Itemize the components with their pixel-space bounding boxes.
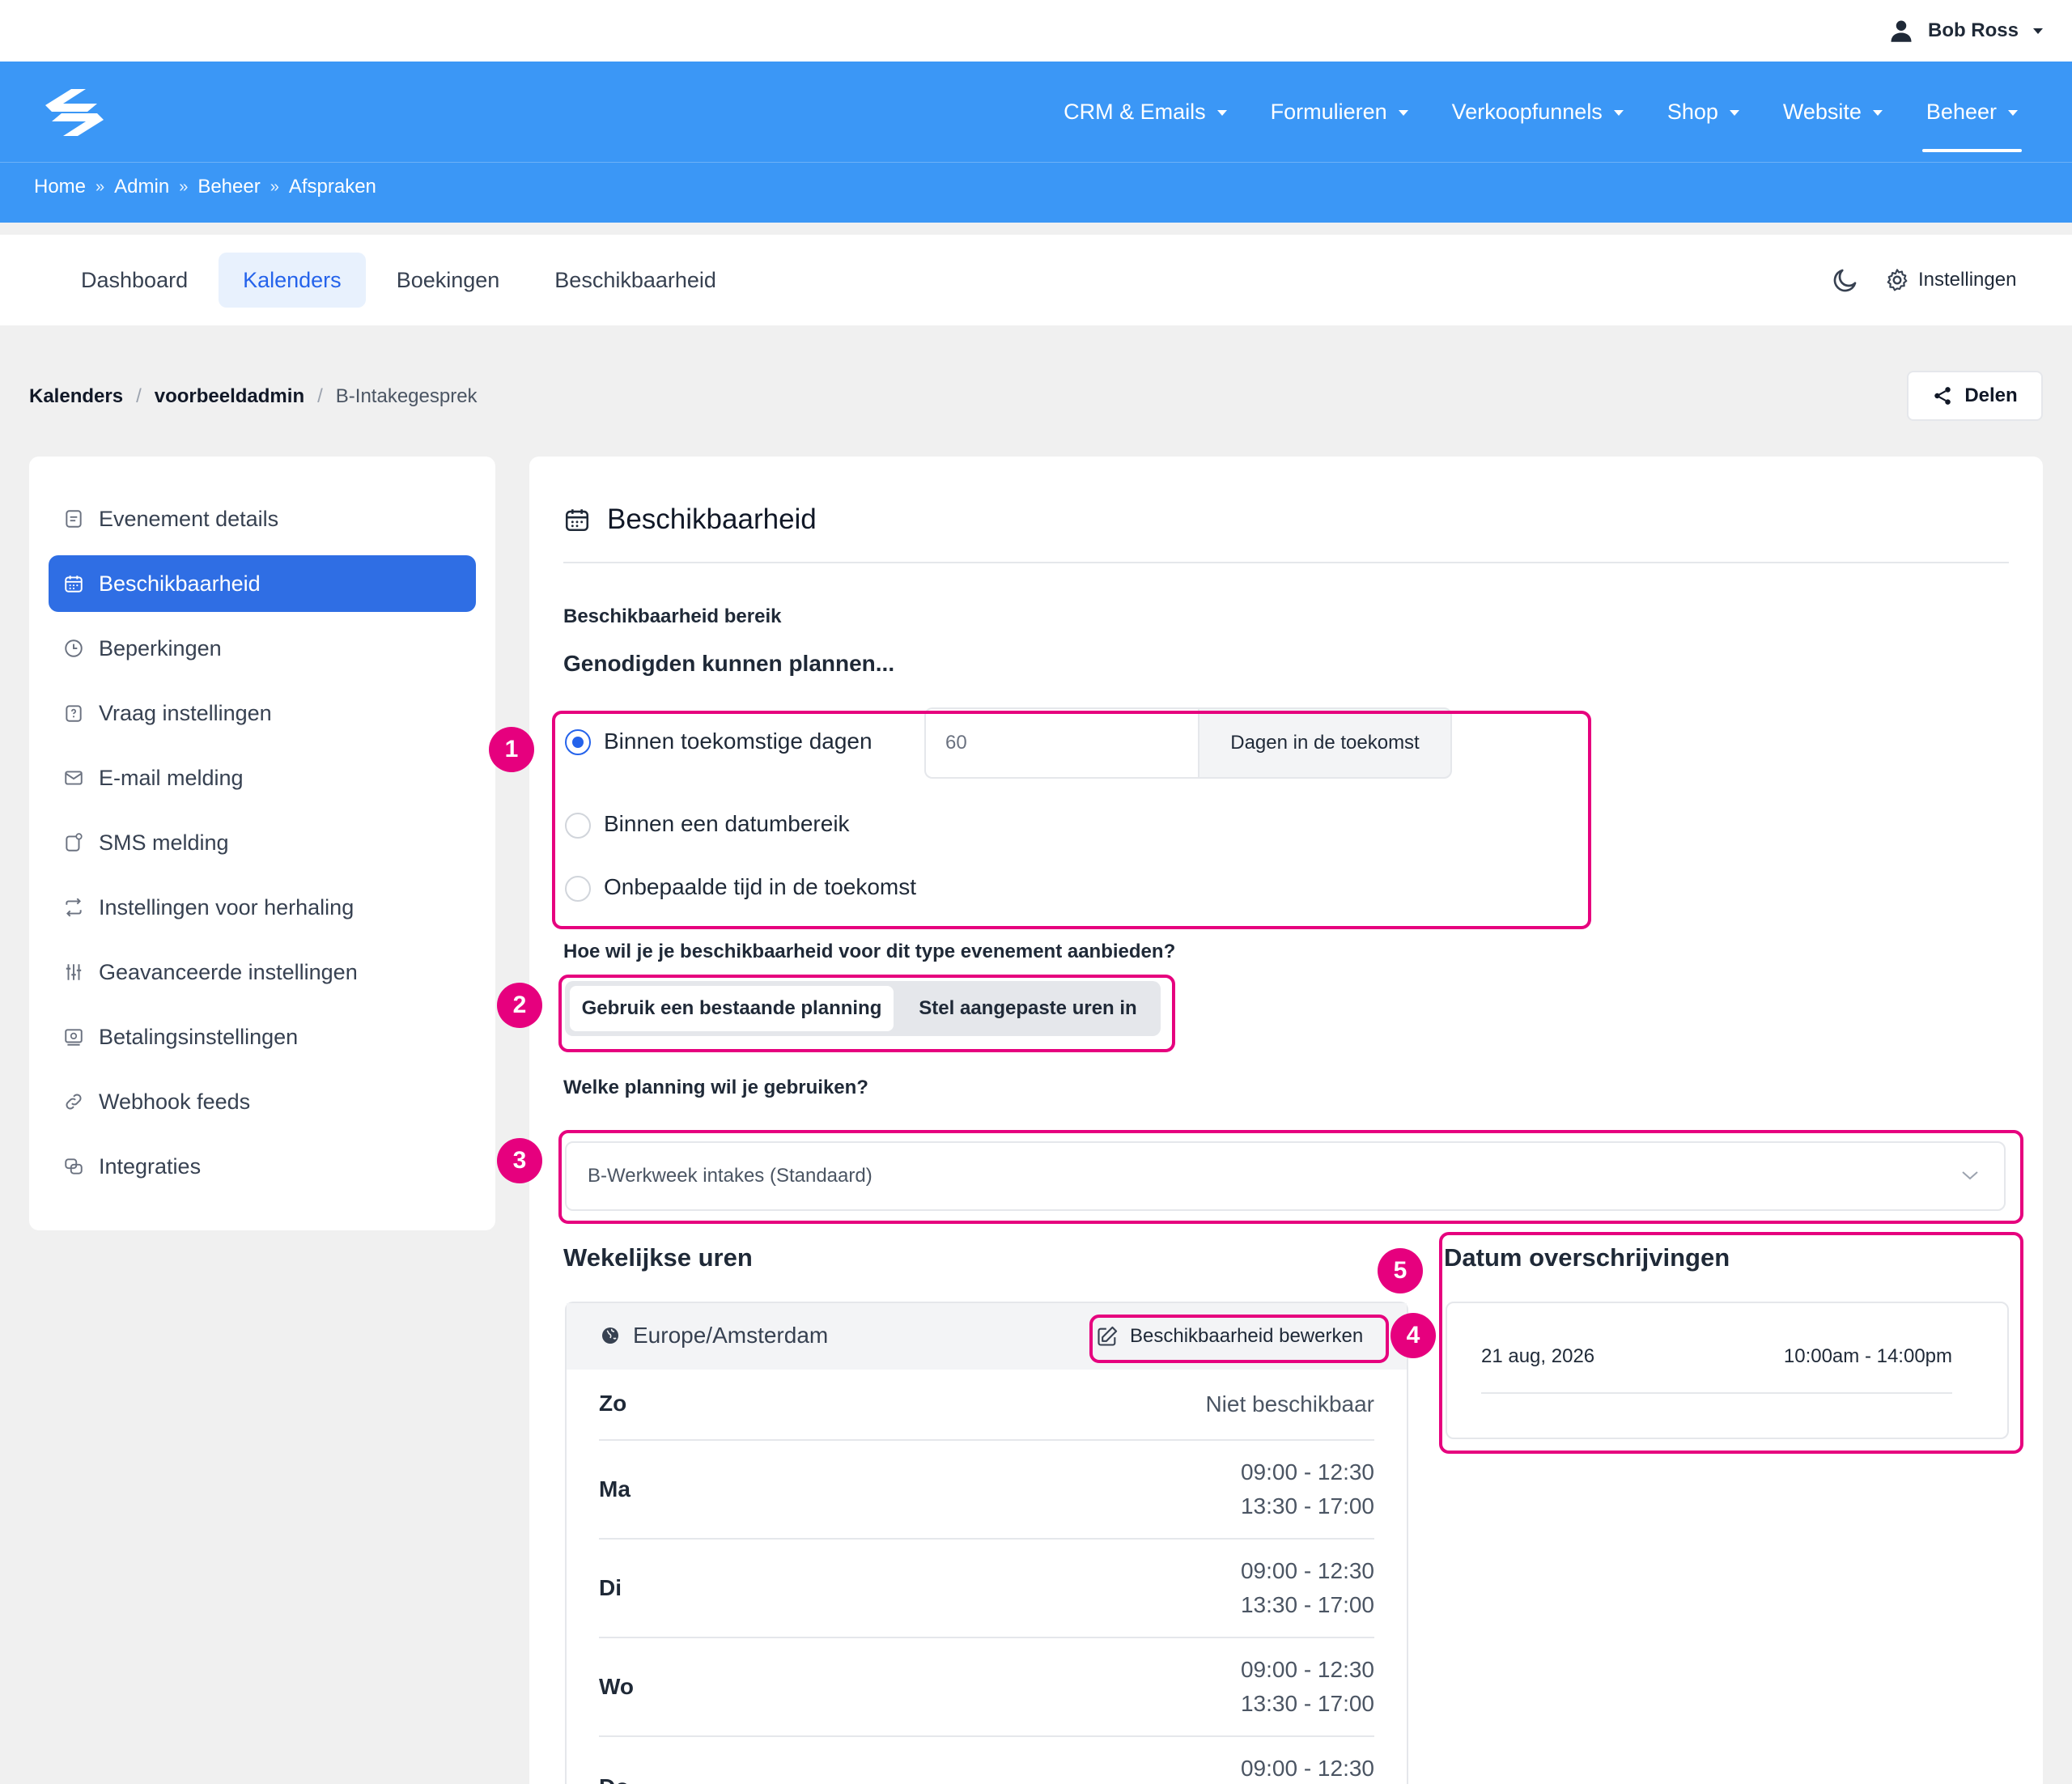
settings-sidebar: Evenement details Beschikbaarheid Beperk… — [29, 457, 495, 1230]
sidebar-item-availability[interactable]: Beschikbaarheid — [49, 555, 476, 612]
page-crumb-kalenders[interactable]: Kalenders — [29, 385, 123, 408]
sidebar-item-advanced[interactable]: Geavanceerde instellingen — [49, 944, 476, 1000]
sidebar-item-restrictions[interactable]: Beperkingen — [49, 620, 476, 677]
tab-beschikbaarheid[interactable]: Beschikbaarheid — [530, 253, 741, 308]
user-name: Bob Ross — [1927, 19, 2019, 41]
calendar-icon — [65, 576, 83, 593]
weekday-row-monday: Ma 09:00 - 12:30 13:30 - 17:00 — [599, 1441, 1374, 1540]
breadcrumb-afspraken[interactable]: Afspraken — [289, 176, 376, 198]
badge-5: 5 — [1378, 1248, 1423, 1293]
highlight-2 — [558, 975, 1175, 1052]
moon-icon[interactable] — [1831, 265, 1860, 295]
nav-item-beheer[interactable]: Beheer — [1904, 62, 2040, 162]
user-bar — [0, 0, 2072, 62]
nav-item-website[interactable]: Website — [1761, 62, 1904, 162]
caret-down-icon — [1216, 110, 1227, 116]
highlight-3 — [558, 1130, 2023, 1224]
highlight-1 — [552, 711, 1591, 929]
badge-1: 1 — [489, 727, 534, 772]
sidebar-item-recurrence[interactable]: Instellingen voor herhaling — [49, 879, 476, 936]
share-label: Delen — [1964, 384, 2018, 406]
calendar-icon — [565, 509, 589, 532]
page-crumb-current: B-Intakegesprek — [335, 385, 478, 407]
badge-2: 2 — [497, 983, 542, 1028]
highlight-5 — [1439, 1232, 2023, 1454]
nav-item-shop[interactable]: Shop — [1645, 62, 1761, 162]
weekday-row-wednesday: Wo 09:00 - 12:30 13:30 - 17:00 — [599, 1638, 1374, 1737]
badge-3: 3 — [497, 1138, 542, 1183]
weekday-row-sunday: Zo Niet beschikbaar — [599, 1370, 1374, 1441]
payment-icon — [65, 1029, 83, 1046]
nav-items: CRM & Emails Formulieren Verkoopfunnels … — [1042, 62, 2040, 162]
nav-item-verkoopfunnels[interactable]: Verkoopfunnels — [1430, 62, 1645, 162]
breadcrumb: Home» Admin» Beheer» Afspraken — [34, 176, 376, 198]
page-breadcrumb: Kalenders / voorbeeldadmin / B-Intakeges… — [29, 385, 478, 408]
sms-icon — [66, 833, 83, 852]
range-label: Beschikbaarheid bereik — [563, 605, 782, 627]
weekday-row-thursday: Do 09:00 - 12:30 — [599, 1756, 1374, 1784]
tab-dashboard[interactable]: Dashboard — [57, 253, 212, 308]
breadcrumb-home[interactable]: Home — [34, 176, 86, 198]
schedule-question: Welke planning wil je gebruiken? — [563, 1077, 868, 1098]
caret-down-icon — [1872, 110, 1883, 116]
globe-icon — [602, 1327, 618, 1344]
question-icon — [66, 705, 82, 722]
nav-item-crm[interactable]: CRM & Emails — [1042, 62, 1249, 162]
link-icon — [66, 1094, 82, 1110]
share-icon — [1932, 385, 1953, 406]
sub-tabs: Dashboard Kalenders Boekingen Beschikbaa… — [57, 253, 741, 308]
weekday-row-tuesday: Di 09:00 - 12:30 13:30 - 17:00 — [599, 1540, 1374, 1638]
nav-item-formulieren[interactable]: Formulieren — [1249, 62, 1430, 162]
caret-down-icon — [1398, 110, 1408, 116]
note-icon — [66, 510, 82, 528]
tab-boekingen[interactable]: Boekingen — [372, 253, 524, 308]
chevron-down-icon — [2033, 28, 2043, 34]
caret-down-icon — [1729, 110, 1739, 116]
timezone: Europe/Amsterdam — [601, 1319, 828, 1352]
caret-down-icon — [1613, 110, 1624, 116]
settings-label: Instellingen — [1918, 269, 2017, 291]
offer-question: Hoe wil je je beschikbaarheid voor dit t… — [563, 941, 1176, 962]
sidebar-item-sms[interactable]: SMS melding — [49, 814, 476, 871]
sidebar-item-webhooks[interactable]: Webhook feeds — [49, 1073, 476, 1130]
mail-icon — [65, 771, 83, 785]
sidebar-item-event-details[interactable]: Evenement details — [49, 491, 476, 547]
sidebar-item-email[interactable]: E-mail melding — [49, 750, 476, 806]
card-title: Beschikbaarheid — [563, 499, 817, 541]
range-question: Genodigden kunnen plannen... — [563, 651, 895, 676]
user-icon — [1889, 19, 1913, 43]
highlight-4 — [1089, 1315, 1389, 1363]
breadcrumb-beheer[interactable]: Beheer — [197, 176, 260, 198]
share-button[interactable]: Delen — [1907, 371, 2043, 421]
tab-kalenders[interactable]: Kalenders — [219, 253, 366, 308]
sidebar-item-questions[interactable]: Vraag instellingen — [49, 685, 476, 741]
user-menu[interactable]: Bob Ross — [1889, 15, 2043, 47]
page-crumb-owner[interactable]: voorbeeldadmin — [155, 385, 304, 408]
logo[interactable] — [39, 84, 110, 141]
breadcrumb-admin[interactable]: Admin — [114, 176, 169, 198]
sidebar-item-payments[interactable]: Betalingsinstellingen — [49, 1009, 476, 1065]
caret-down-icon — [2008, 110, 2018, 116]
clock-icon — [65, 639, 83, 657]
gear-icon — [1884, 267, 1910, 293]
settings-button[interactable]: Instellingen — [1884, 264, 2016, 296]
divider — [563, 562, 2009, 563]
repeat-icon — [66, 898, 82, 917]
sliders-icon — [66, 964, 82, 980]
badge-4: 4 — [1391, 1313, 1436, 1358]
weekly-hours-title: Wekelijkse uren — [563, 1243, 753, 1272]
integrations-icon — [65, 1158, 83, 1174]
sidebar-item-integrations[interactable]: Integraties — [49, 1138, 476, 1195]
